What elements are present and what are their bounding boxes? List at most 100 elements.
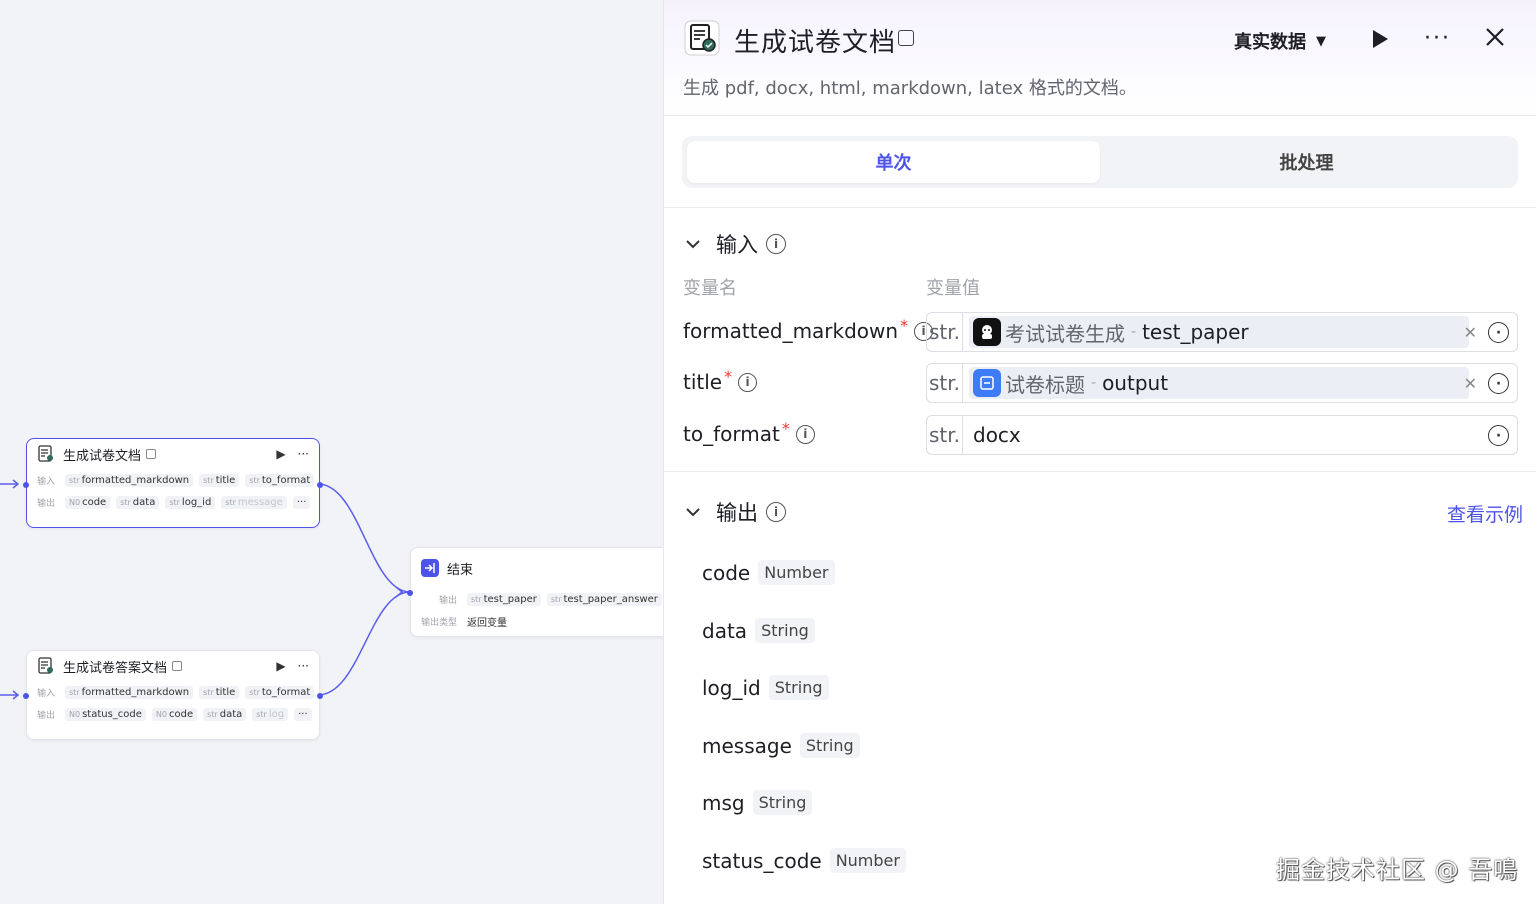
variable-name: to_format xyxy=(683,422,780,446)
arrow-node1 xyxy=(12,479,20,489)
chevron-down-icon xyxy=(686,508,700,517)
node-title: 结束 xyxy=(447,562,474,578)
node-title: 生成试卷文档 xyxy=(63,448,142,464)
variable-select-icon[interactable]: · xyxy=(1488,322,1509,343)
type-badge: String xyxy=(752,790,813,815)
input-chip: str formatted_markdown xyxy=(65,685,194,699)
panel-title: 生成试卷文档 xyxy=(734,28,897,58)
output-port[interactable] xyxy=(317,693,323,699)
clear-icon[interactable]: ✕ xyxy=(1464,323,1477,342)
edge-node3-end xyxy=(317,591,411,696)
output-section: 输出 i 查看示例 code Number data String log_id… xyxy=(664,490,1536,904)
required-mark: * xyxy=(781,418,790,438)
type-badge: Number xyxy=(829,848,906,873)
info-icon[interactable]: i xyxy=(738,372,758,392)
chevron-down-icon xyxy=(686,240,700,249)
output-chip: str data xyxy=(203,707,247,721)
node-output-type-row: 输出类型 返回变量 xyxy=(421,617,507,629)
data-mode-dropdown[interactable]: 真实数据 ▼ xyxy=(1234,28,1326,54)
run-button[interactable] xyxy=(1370,28,1390,50)
info-icon[interactable]: i xyxy=(766,234,786,254)
node-more-button[interactable]: ··· xyxy=(298,659,309,673)
document-plugin-icon xyxy=(684,20,720,56)
close-button[interactable] xyxy=(1484,26,1506,48)
see-example-link[interactable]: 查看示例 xyxy=(1447,500,1523,527)
string-node-icon xyxy=(973,369,1001,397)
variable-name: title xyxy=(683,370,723,394)
output-item: log_id String xyxy=(702,675,829,700)
input-chip: str formatted_markdown xyxy=(65,473,194,487)
workflow-canvas[interactable]: 生成试卷文档 ▶ ··· 输入 str formatted_markdown st… xyxy=(0,0,663,904)
info-icon[interactable]: i xyxy=(795,424,815,444)
output-chip: str message xyxy=(221,495,287,509)
required-mark: * xyxy=(724,366,733,386)
node-outputs-row: 输出 str test_paper str test_paper_answer xyxy=(411,588,663,610)
output-item: msg String xyxy=(702,790,813,815)
node-title: 生成试卷答案文档 xyxy=(63,660,168,676)
output-chip: N0 status_code xyxy=(65,707,146,721)
run-node-button[interactable]: ▶ xyxy=(276,447,285,461)
caret-down-icon: ▼ xyxy=(1316,33,1326,49)
output-item: data String xyxy=(702,618,815,643)
input-row-to-format: to_format * i str. docx · xyxy=(683,415,1519,455)
node-inputs-row: 输入 str formatted_markdown str title str to_… xyxy=(27,469,319,491)
node-generate-answer[interactable]: 生成试卷答案文档 ▶ ··· 输入 str formatted_markdown … xyxy=(23,650,323,740)
output-section-header[interactable]: 输出 i xyxy=(664,492,786,532)
tab-batch[interactable]: 批处理 xyxy=(1100,141,1513,183)
input-chip: str to_format xyxy=(245,473,315,487)
input-chip: str title xyxy=(199,473,240,487)
plugin-tag-icon xyxy=(146,449,157,459)
output-chip: str test_paper_answer xyxy=(546,592,662,606)
variable-value[interactable]: docx xyxy=(973,423,1021,447)
output-item: message String xyxy=(702,733,860,758)
mode-tabs: 单次 批处理 xyxy=(682,136,1518,188)
plugin-tag-icon xyxy=(172,661,183,671)
input-port[interactable] xyxy=(23,693,29,699)
clear-icon[interactable]: ✕ xyxy=(1464,374,1477,393)
input-row-title: title * i str. 试卷标题 - output ✕ · xyxy=(683,363,1519,403)
panel-description: 生成 pdf, docx, html, markdown, latex 格式的文… xyxy=(683,78,1137,99)
end-icon xyxy=(421,559,439,577)
required-mark: * xyxy=(900,315,909,335)
document-plugin-icon xyxy=(37,445,55,463)
arrow-node3 xyxy=(12,690,20,700)
document-plugin-icon xyxy=(37,657,55,675)
type-label: str. xyxy=(927,313,963,351)
info-icon[interactable]: i xyxy=(766,502,786,522)
variable-value-field[interactable]: str. docx · xyxy=(926,415,1518,455)
variable-reference[interactable]: 考试试卷生成 - test_paper xyxy=(969,316,1469,348)
plugin-tag-icon xyxy=(898,30,914,46)
input-port[interactable] xyxy=(407,590,413,596)
input-port[interactable] xyxy=(23,482,29,488)
output-chip: N0 code xyxy=(151,707,198,721)
watermark: 掘金技术社区 @ 吾鳴 xyxy=(1276,856,1519,884)
node-outputs-row: 输出 N0 code str data str log_id str message ·… xyxy=(27,491,319,513)
variable-reference[interactable]: 试卷标题 - output xyxy=(969,367,1469,399)
variable-value-field[interactable]: str. 试卷标题 - output ✕ · xyxy=(926,363,1518,403)
input-section-header[interactable]: 输入 i xyxy=(664,224,786,264)
type-badge: Number xyxy=(758,560,835,585)
arrow-end xyxy=(395,586,404,598)
variable-select-icon[interactable]: · xyxy=(1488,425,1509,446)
type-label: str. xyxy=(927,416,963,454)
tab-single[interactable]: 单次 xyxy=(687,141,1100,183)
type-label: str. xyxy=(927,364,963,402)
run-node-button[interactable]: ▶ xyxy=(276,659,285,673)
node-outputs-row: 输出 N0 status_code N0 code str data str log ·… xyxy=(27,703,319,725)
output-chip: N0 code xyxy=(65,495,111,509)
variable-select-icon[interactable]: · xyxy=(1488,373,1509,394)
node-more-button[interactable]: ··· xyxy=(298,447,309,461)
type-badge: String xyxy=(768,675,829,700)
variable-value-field[interactable]: str. 考试试卷生成 - test_paper ✕ · xyxy=(926,312,1518,352)
type-badge: String xyxy=(755,618,815,643)
more-outputs-chip[interactable]: ··· xyxy=(292,495,311,509)
output-port[interactable] xyxy=(317,482,323,488)
node-generate-paper[interactable]: 生成试卷文档 ▶ ··· 输入 str formatted_markdown st… xyxy=(23,438,323,528)
more-outputs-chip[interactable]: ··· xyxy=(294,707,312,721)
output-chip: str test_paper xyxy=(467,592,541,606)
input-row-formatted-markdown: formatted_markdown * i str. 考试试卷生成 - tes… xyxy=(683,312,1519,352)
node-test-panel: 生成试卷文档 真实数据 ▼ ··· 生成 pdf, docx, html, ma… xyxy=(663,0,1536,904)
more-button[interactable]: ··· xyxy=(1424,26,1451,51)
node-end[interactable]: 结束 输出 str test_paper str test_paper_answer… xyxy=(407,547,663,637)
output-item: status_code Number xyxy=(702,848,906,873)
